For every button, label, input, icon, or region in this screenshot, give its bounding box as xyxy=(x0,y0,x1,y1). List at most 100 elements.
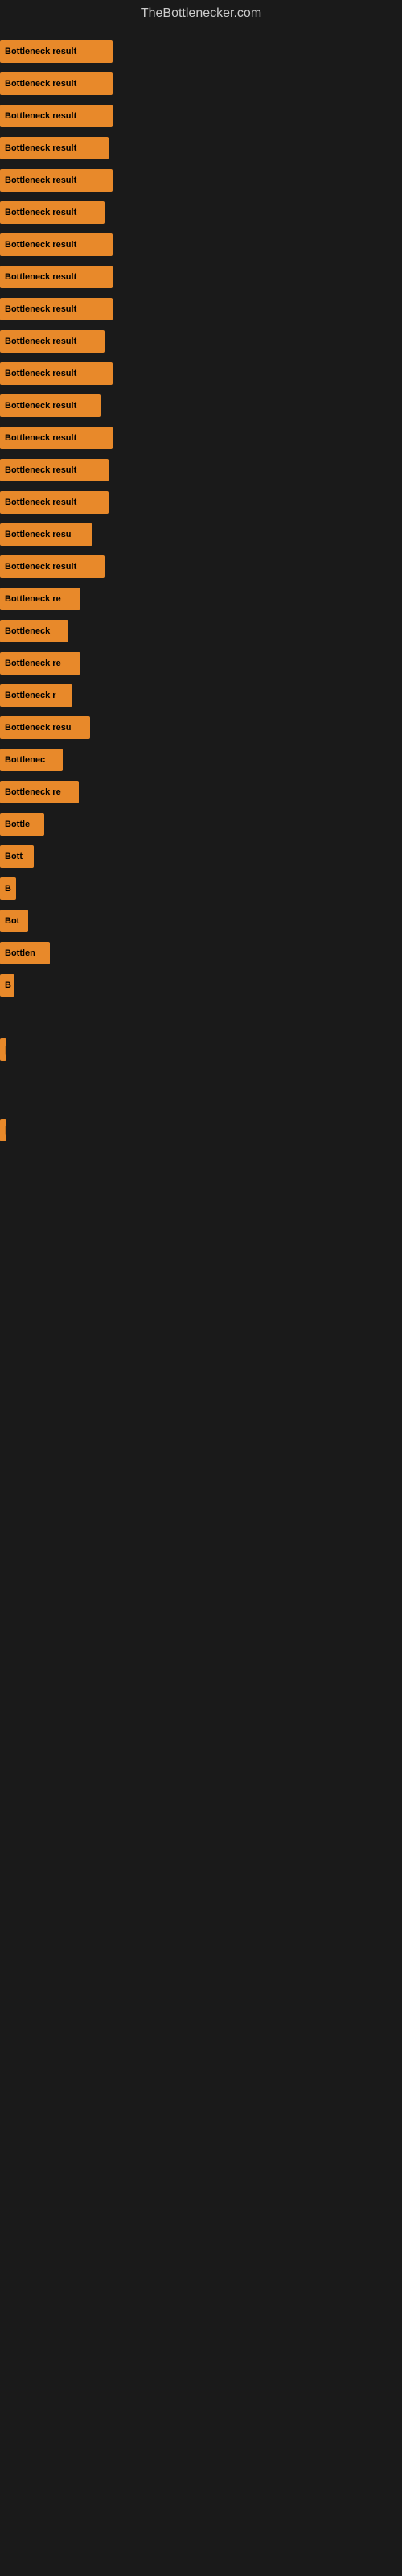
bar-row: Bottleneck result xyxy=(0,229,402,261)
bar-row xyxy=(0,1082,402,1098)
bar-row: Bottleneck resu xyxy=(0,518,402,551)
bar-row: Bottleneck result xyxy=(0,486,402,518)
bar-label: Bottleneck result xyxy=(5,240,76,250)
bottleneck-bar: Bottlen xyxy=(0,942,50,964)
bar-label: Bottle xyxy=(5,819,30,829)
bar-row: Bottleneck result xyxy=(0,357,402,390)
bar-row: B xyxy=(0,873,402,905)
bar-label: Bottleneck re xyxy=(5,594,61,604)
bar-row: Bottleneck re xyxy=(0,583,402,615)
bottleneck-bar: Bot xyxy=(0,910,28,932)
bar-row: Bottleneck result xyxy=(0,68,402,100)
bar-label: Bottleneck result xyxy=(5,272,76,282)
bottleneck-bar: Bottleneck result xyxy=(0,427,113,449)
bottleneck-bar: Bottleneck result xyxy=(0,266,113,288)
bottleneck-bar: Bottlenec xyxy=(0,749,63,771)
bottleneck-bar: Bottleneck resu xyxy=(0,523,92,546)
bottleneck-bar: Bottleneck result xyxy=(0,298,113,320)
bar-label: Bottleneck result xyxy=(5,562,76,572)
bar-label: Bottleneck re xyxy=(5,658,61,668)
bar-row: Bott xyxy=(0,840,402,873)
bottleneck-bar: Bottleneck result xyxy=(0,137,109,159)
bottleneck-bar: Bottleneck result xyxy=(0,201,105,224)
bar-row: Bottleneck result xyxy=(0,325,402,357)
bar-label: Bottleneck re xyxy=(5,787,61,797)
bar-label: Bottleneck result xyxy=(5,433,76,443)
bar-row xyxy=(0,1001,402,1018)
bar-row: Bottlenec xyxy=(0,744,402,776)
bottleneck-bar: Bottleneck result xyxy=(0,72,113,95)
bottleneck-bar: Bottleneck resu xyxy=(0,716,90,739)
bar-row: Bottleneck result xyxy=(0,261,402,293)
bottleneck-bar: Bottleneck result xyxy=(0,105,113,127)
bar-label: Bottlenec xyxy=(5,755,45,765)
site-title: TheBottlenecker.com xyxy=(0,0,402,27)
bottleneck-bar: Bottleneck result xyxy=(0,555,105,578)
bar-label: Bottleneck resu xyxy=(5,723,72,733)
bar-row: | xyxy=(0,1034,402,1066)
bar-row: Bottleneck result xyxy=(0,454,402,486)
bottleneck-bar: Bottleneck result xyxy=(0,330,105,353)
bar-row: B xyxy=(0,969,402,1001)
bar-label: Bottleneck resu xyxy=(5,530,72,539)
bar-row: Bottleneck result xyxy=(0,551,402,583)
bar-label: | xyxy=(5,1045,6,1055)
bar-label: Bottleneck result xyxy=(5,79,76,89)
bottleneck-bar: Bott xyxy=(0,845,34,868)
bar-row xyxy=(0,1066,402,1082)
bar-label: Bottleneck result xyxy=(5,465,76,475)
bar-label: Bottleneck result xyxy=(5,47,76,56)
bar-row: Bottleneck re xyxy=(0,647,402,679)
bar-label: Bottleneck r xyxy=(5,691,56,700)
bar-row: Bottleneck result xyxy=(0,196,402,229)
bottleneck-bar: B xyxy=(0,877,16,900)
bar-row: | xyxy=(0,1114,402,1146)
bar-row: Bottleneck result xyxy=(0,35,402,68)
bar-row: Bottleneck result xyxy=(0,293,402,325)
bottleneck-bar: Bottleneck result xyxy=(0,362,113,385)
bar-row: Bottleneck r xyxy=(0,679,402,712)
bar-label: Bottleneck result xyxy=(5,336,76,346)
bar-label: Bottleneck result xyxy=(5,497,76,507)
bar-row: Bottleneck result xyxy=(0,164,402,196)
bottleneck-bar: | xyxy=(0,1038,6,1061)
bar-label: Bottleneck result xyxy=(5,369,76,378)
bar-label: Bottleneck result xyxy=(5,208,76,217)
bottleneck-bar: Bottleneck r xyxy=(0,684,72,707)
bottleneck-bar: Bottleneck re xyxy=(0,652,80,675)
bar-label: Bottleneck result xyxy=(5,143,76,153)
bottleneck-bar: Bottleneck re xyxy=(0,781,79,803)
bar-row: Bottleneck re xyxy=(0,776,402,808)
bottleneck-bar: Bottle xyxy=(0,813,44,836)
bar-row xyxy=(0,1018,402,1034)
bar-row: Bottleneck resu xyxy=(0,712,402,744)
bar-label: Bottleneck result xyxy=(5,401,76,411)
bar-row xyxy=(0,1098,402,1114)
bar-label: Bott xyxy=(5,852,23,861)
bottleneck-bar: B xyxy=(0,974,14,997)
bottleneck-bar: Bottleneck result xyxy=(0,40,113,63)
bar-row: Bottle xyxy=(0,808,402,840)
bar-label: Bottleneck xyxy=(5,626,50,636)
bottleneck-bar: Bottleneck re xyxy=(0,588,80,610)
bar-label: | xyxy=(5,1125,6,1135)
bottleneck-bar: Bottleneck xyxy=(0,620,68,642)
bottleneck-bar: Bottleneck result xyxy=(0,459,109,481)
bottleneck-bar: Bottleneck result xyxy=(0,233,113,256)
bottleneck-bar: Bottleneck result xyxy=(0,491,109,514)
bar-label: Bottleneck result xyxy=(5,175,76,185)
bar-row: Bottleneck result xyxy=(0,390,402,422)
bar-row: Bottlen xyxy=(0,937,402,969)
bars-container: Bottleneck result Bottleneck result Bottle… xyxy=(0,27,402,1154)
bottleneck-bar: | xyxy=(0,1119,6,1141)
bar-row: Bot xyxy=(0,905,402,937)
bar-row: Bottleneck result xyxy=(0,422,402,454)
bottleneck-bar: Bottleneck result xyxy=(0,394,100,417)
bar-row: Bottleneck result xyxy=(0,100,402,132)
bar-row: Bottleneck xyxy=(0,615,402,647)
bar-label: B xyxy=(5,980,11,990)
bottleneck-bar: Bottleneck result xyxy=(0,169,113,192)
bar-label: Bottleneck result xyxy=(5,304,76,314)
bar-label: Bottleneck result xyxy=(5,111,76,121)
bar-label: B xyxy=(5,884,11,894)
